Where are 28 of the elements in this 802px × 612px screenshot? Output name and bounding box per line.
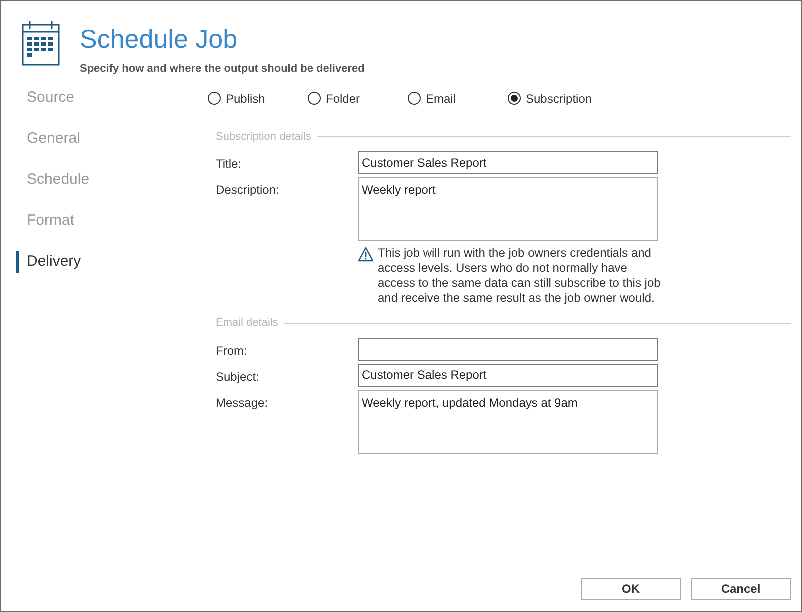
radio-label: Subscription bbox=[526, 90, 592, 108]
radio-button[interactable] bbox=[508, 92, 521, 105]
field-label: From: bbox=[216, 342, 248, 360]
radio-label: Publish bbox=[226, 90, 266, 108]
field-label: Title: bbox=[216, 156, 243, 173]
input-field[interactable] bbox=[358, 338, 658, 360]
dialog-title: Schedule Job bbox=[80, 23, 239, 56]
dialog-button[interactable]: Cancel bbox=[691, 578, 791, 600]
text-area[interactable]: Weekly report bbox=[358, 177, 658, 241]
calendar-icon bbox=[22, 20, 60, 66]
text-area[interactable]: Weekly report, updated Mondays at 9am bbox=[358, 390, 658, 454]
radio-label: Folder bbox=[326, 90, 360, 108]
section-heading: Subscription details bbox=[216, 130, 312, 144]
warning-icon bbox=[358, 247, 374, 262]
field-label: Description: bbox=[216, 182, 280, 199]
input-field[interactable]: Customer Sales Report bbox=[358, 364, 658, 386]
input-field[interactable]: Customer Sales Report bbox=[358, 151, 658, 174]
radio-label: Email bbox=[426, 90, 456, 108]
dialog-button[interactable]: OK bbox=[581, 578, 681, 600]
radio-button[interactable] bbox=[208, 92, 221, 105]
section-heading: Email details bbox=[216, 316, 278, 331]
warning-note: This job will run with the job owners credentials and access levels. Users who do not normally have access to the same data can still subscribe to this job and receive the same result as the job owner would. bbox=[378, 246, 662, 306]
radio-button[interactable] bbox=[408, 92, 421, 105]
field-label: Subject: bbox=[216, 368, 260, 386]
field-label: Message: bbox=[216, 394, 270, 412]
sidebar-item[interactable]: Delivery bbox=[16, 250, 191, 272]
dialog-subtitle: Specify how and where the output should be delivered bbox=[80, 62, 365, 77]
radio-button[interactable] bbox=[308, 92, 321, 105]
